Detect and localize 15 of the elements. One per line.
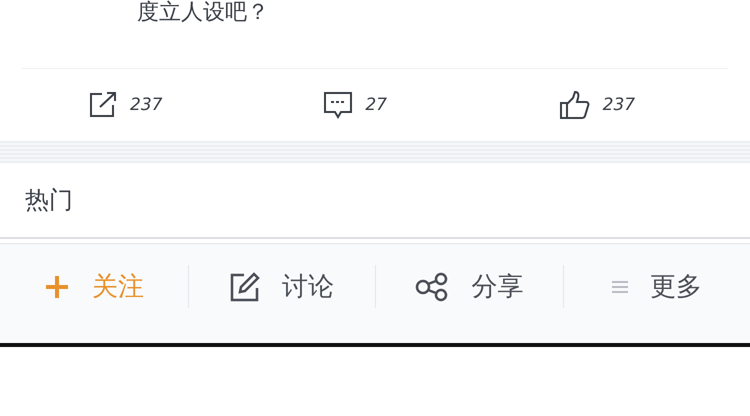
comment-icon — [323, 91, 354, 119]
toolbar-button[interactable]: 分享 — [409, 265, 530, 308]
section-title: 热门 — [25, 185, 73, 216]
share-icon — [415, 272, 450, 302]
plus-icon — [44, 274, 70, 300]
stat-count: 237 — [130, 95, 162, 115]
toolbar-button[interactable]: 讨论 — [224, 265, 340, 308]
edit-icon — [230, 272, 260, 302]
menu-icon — [612, 280, 628, 294]
post-text: 度立人设吧？ — [137, 0, 269, 26]
toolbar-button[interactable]: 更多 — [606, 265, 708, 308]
thumbs-up-icon — [558, 90, 591, 120]
stat-count: 237 — [602, 95, 636, 115]
share-arrow-icon — [88, 91, 118, 119]
stat-count: 27 — [365, 95, 387, 115]
